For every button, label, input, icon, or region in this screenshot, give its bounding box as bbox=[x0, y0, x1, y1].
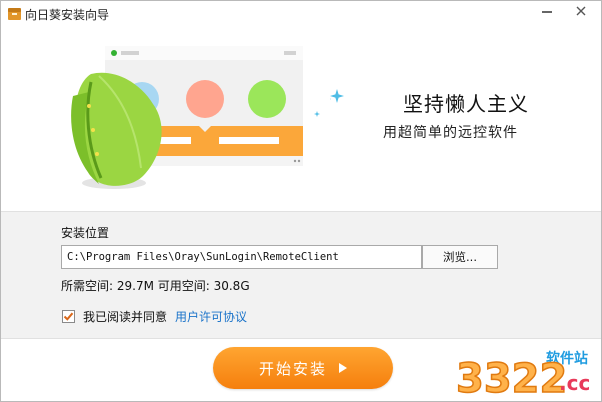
window-title: 向日葵安装向导 bbox=[25, 8, 110, 22]
browse-button[interactable]: 浏览... bbox=[422, 245, 498, 269]
play-icon bbox=[339, 363, 347, 373]
hero-banner: 坚持懒人主义 用超简单的远控软件 bbox=[1, 26, 601, 211]
watermark-graphic: 软件站 3322 .cc bbox=[455, 350, 590, 401]
svg-text:3322: 3322 bbox=[456, 356, 567, 400]
install-path-input[interactable] bbox=[61, 245, 422, 269]
installer-window: 向日葵安装向导 坚持懒人主义 用超简单的远控软件 安装位置 C:\Program… bbox=[0, 0, 602, 402]
title-bar: 向日葵安装向导 bbox=[1, 1, 601, 26]
footer: 开始安装 软件站 3322 .cc bbox=[1, 340, 601, 401]
app-box-icon bbox=[8, 8, 21, 20]
minimize-icon bbox=[541, 11, 552, 13]
disk-space-info: 所需空间: 29.7M 可用空间: 30.8G bbox=[61, 279, 250, 293]
slogan-subtitle: 用超简单的远控软件 bbox=[383, 125, 518, 141]
small-sparkle-icon bbox=[314, 111, 320, 117]
sparkle-icon bbox=[330, 89, 344, 103]
agreement-row: 我已阅读并同意 用户许可协议 bbox=[62, 308, 247, 324]
watermark-logo: 软件站 3322 .cc bbox=[455, 342, 601, 401]
checkmark-icon bbox=[63, 312, 74, 321]
license-agreement-link[interactable]: 用户许可协议 bbox=[175, 308, 247, 325]
svg-text:.cc: .cc bbox=[559, 371, 590, 395]
agree-label: 我已阅读并同意 bbox=[83, 309, 168, 324]
start-install-button[interactable]: 开始安装 bbox=[213, 347, 393, 389]
slogan-title: 坚持懒人主义 bbox=[403, 92, 529, 116]
close-button[interactable] bbox=[567, 1, 594, 21]
install-options-panel: 安装位置 浏览... 所需空间: 29.7M 可用空间: 30.8G 我已阅读并… bbox=[1, 211, 601, 339]
close-icon bbox=[576, 6, 585, 16]
minimize-button[interactable] bbox=[533, 1, 560, 21]
install-location-label: 安装位置 bbox=[61, 226, 110, 240]
hero-illustration bbox=[71, 46, 331, 189]
start-install-label: 开始安装 bbox=[258, 359, 327, 378]
agree-checkbox[interactable] bbox=[62, 309, 75, 323]
